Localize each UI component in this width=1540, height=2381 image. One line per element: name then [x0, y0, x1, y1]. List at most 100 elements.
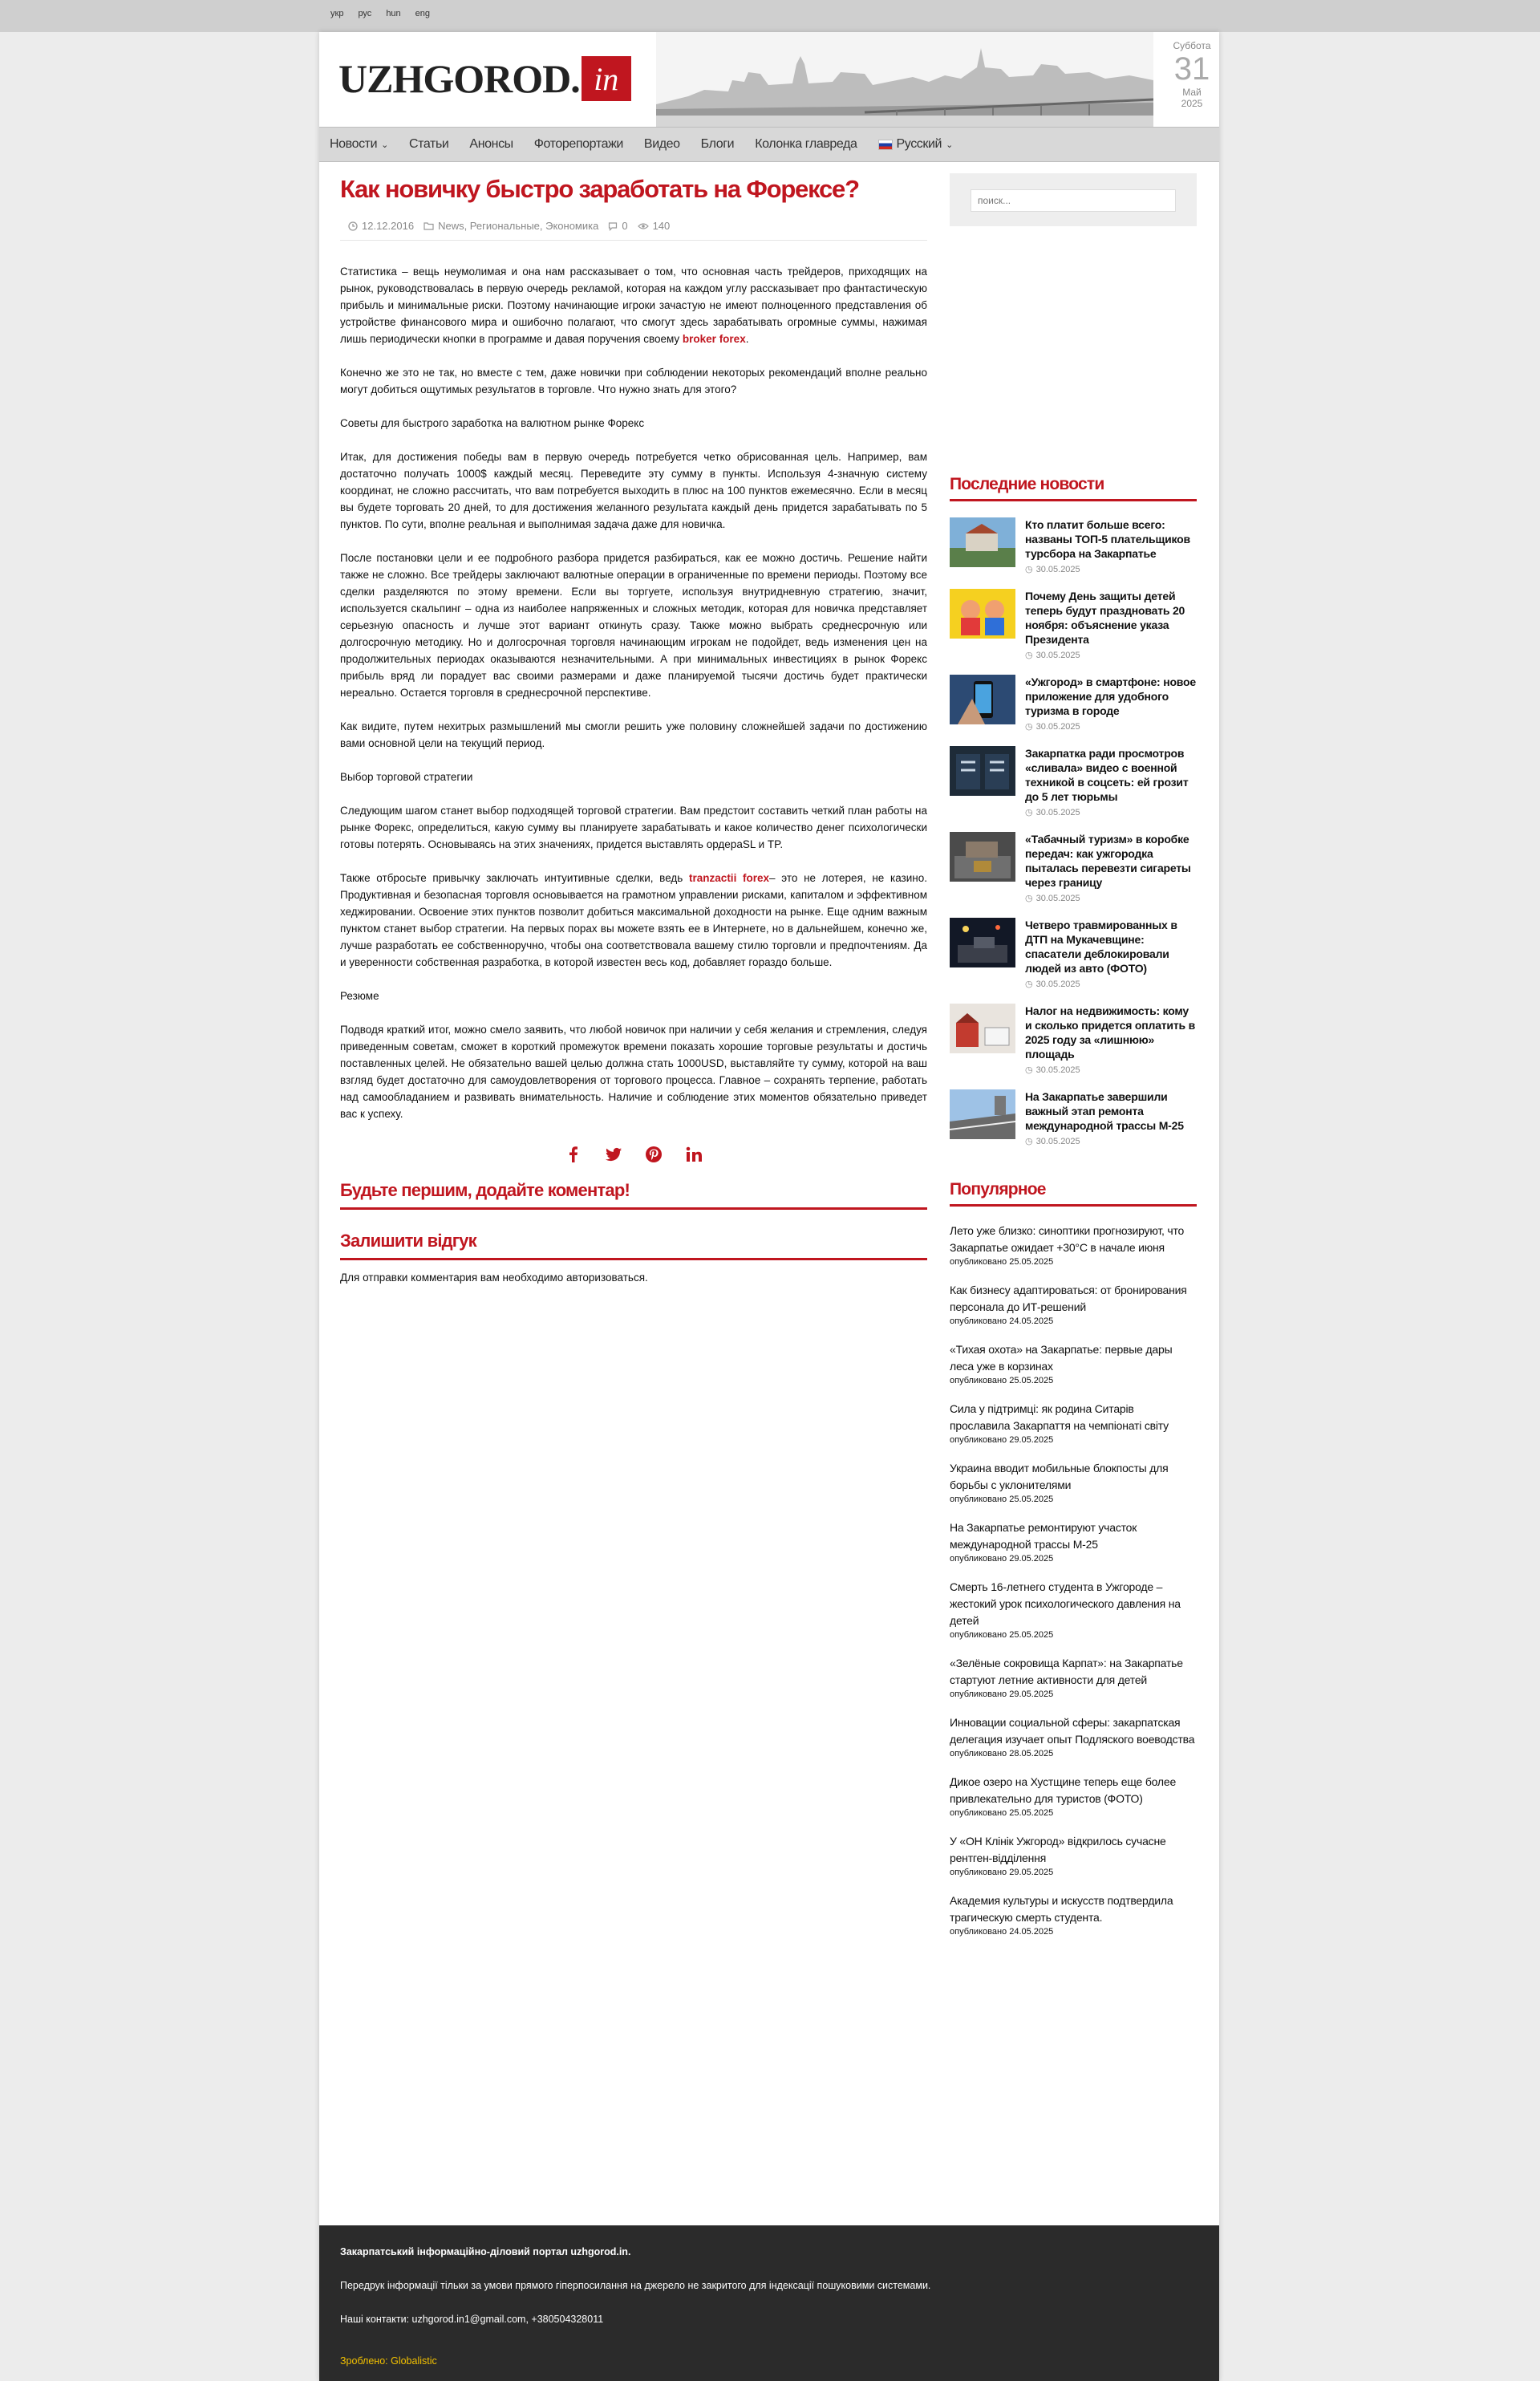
article-paragraph: Статистика – вещь неумолимая и она нам р…	[340, 266, 927, 345]
popular-item[interactable]: Смерть 16-летнего студента в Ужгороде – …	[950, 1579, 1197, 1640]
share-buttons	[340, 1145, 927, 1164]
language-bar: укр рус hun eng	[0, 0, 1540, 32]
meta-categories-text[interactable]: News, Региональные, Экономика	[438, 220, 598, 232]
news-date-text: 30.05.2025	[1035, 564, 1080, 574]
russian-flag-icon	[877, 139, 893, 150]
news-text: «Ужгород» в смартфоне: новое приложение …	[1025, 675, 1197, 732]
news-thumbnail	[950, 1089, 1015, 1139]
news-item[interactable]: Кто платит больше всего: названы ТОП-5 п…	[950, 517, 1197, 574]
footer-credit[interactable]: Зроблено: Globalistic	[340, 2355, 437, 2367]
popular-item[interactable]: Дикое озеро на Хустщине теперь еще более…	[950, 1774, 1197, 1818]
article-meta: 12.12.2016 News, Региональные, Экономика…	[340, 220, 927, 241]
nav-label: Колонка главреда	[755, 137, 857, 151]
nav-item-announcements[interactable]: Анонсы	[459, 137, 523, 152]
news-date: ◷ 30.05.2025	[1025, 893, 1197, 904]
article-title: Как новичку быстро заработать на Форексе…	[340, 175, 860, 203]
article-paragraph: Подводя краткий итог, можно смело заявит…	[340, 1024, 927, 1120]
popular-title: У «ОН Клінік Ужгород» відкрилось сучасне…	[950, 1835, 1166, 1864]
popular-date: опубликовано 24.05.2025	[950, 1316, 1054, 1326]
news-item[interactable]: «Табачный туризм» в коробке передач: как…	[950, 832, 1197, 903]
popular-item[interactable]: На Закарпатье ремонтируют участок междун…	[950, 1519, 1197, 1564]
lang-eng[interactable]: eng	[415, 9, 430, 18]
popular-title: На Закарпатье ремонтируют участок междун…	[950, 1521, 1137, 1551]
nav-item-video[interactable]: Видео	[634, 137, 691, 152]
sidebar: Последние новости Кто платит больше всег…	[950, 173, 1197, 1952]
news-date-text: 30.05.2025	[1035, 893, 1080, 903]
popular-item[interactable]: У «ОН Клінік Ужгород» відкрилось сучасне…	[950, 1833, 1197, 1877]
clock-icon: ◷	[1025, 1065, 1033, 1075]
lang-hun[interactable]: hun	[386, 9, 400, 18]
date-widget: Суббота 31 Май 2025	[1173, 40, 1211, 109]
nav-item-editor-column[interactable]: Колонка главреда	[744, 137, 867, 152]
popular-list: Лето уже близко: синоптики прогнозируют,…	[950, 1223, 1197, 1937]
meta-categories: News, Региональные, Экономика	[424, 220, 598, 232]
site-header: UZHGOROD. in Суббота 31 Май 2025	[319, 32, 1219, 127]
lang-rus[interactable]: рус	[358, 9, 371, 18]
date-day: 31	[1173, 51, 1210, 87]
popular-item[interactable]: Сила у підтримці: як родина Ситарів прос…	[950, 1401, 1197, 1445]
logo-text: UZHGOROD.	[338, 56, 581, 101]
article-paragraph: Следующим шагом станет выбор подходящей …	[340, 805, 927, 850]
news-date-text: 30.05.2025	[1035, 1136, 1080, 1146]
popular-item[interactable]: Инновации социальной сферы: закарпатская…	[950, 1714, 1197, 1758]
site-logo[interactable]: UZHGOROD. in	[338, 56, 631, 101]
popular-item[interactable]: Академия культуры и искусств подтвердила…	[950, 1892, 1197, 1937]
news-date-text: 30.05.2025	[1035, 807, 1080, 817]
facebook-icon[interactable]	[564, 1145, 583, 1164]
popular-title: Как бизнесу адаптироваться: от бронирова…	[950, 1284, 1187, 1313]
nav-label: Русский	[896, 137, 942, 151]
nav-item-news[interactable]: Новости ⌄	[319, 137, 399, 152]
popular-date: опубликовано 28.05.2025	[950, 1749, 1054, 1758]
nav-item-photo-reports[interactable]: Фоторепортажи	[524, 137, 634, 152]
lang-ukr[interactable]: укр	[330, 9, 343, 18]
popular-item[interactable]: Как бизнесу адаптироваться: от бронирова…	[950, 1282, 1197, 1326]
news-date-text: 30.05.2025	[1035, 979, 1080, 989]
nav-label: Новости	[330, 137, 378, 151]
tranzactii-forex-link[interactable]: tranzactii forex	[689, 872, 769, 884]
popular-title: Дикое озеро на Хустщине теперь еще более…	[950, 1775, 1177, 1805]
linkedin-icon[interactable]	[684, 1145, 703, 1164]
news-item[interactable]: Закарпатка ради просмотров «сливала» вид…	[950, 746, 1197, 817]
twitter-icon[interactable]	[604, 1145, 623, 1164]
nav-label: Анонсы	[469, 137, 513, 151]
news-item[interactable]: «Ужгород» в смартфоне: новое приложение …	[950, 675, 1197, 732]
date-year: 2025	[1181, 98, 1203, 109]
meta-comments-count: 0	[622, 220, 628, 232]
article-paragraph: После постановки цели и ее подробного ра…	[340, 552, 927, 699]
popular-date: опубликовано 24.05.2025	[950, 1927, 1054, 1937]
popular-date: опубликовано 29.05.2025	[950, 1689, 1054, 1699]
article-paragraph: Также отбросьте привычку заключать интуи…	[340, 870, 927, 971]
news-date: ◷ 30.05.2025	[1025, 650, 1197, 661]
news-text: Кто платит больше всего: названы ТОП-5 п…	[1025, 517, 1197, 574]
popular-item[interactable]: «Тихая охота» на Закарпатье: первые дары…	[950, 1341, 1197, 1385]
nav-item-blogs[interactable]: Блоги	[691, 137, 745, 152]
news-date: ◷ 30.05.2025	[1025, 1065, 1197, 1076]
meta-comments[interactable]: 0	[608, 220, 628, 232]
popular-date: опубликовано 25.05.2025	[950, 1495, 1054, 1504]
nav-item-articles[interactable]: Статьи	[399, 137, 459, 152]
pinterest-icon[interactable]	[644, 1145, 663, 1164]
latest-news-list: Кто платит больше всего: названы ТОП-5 п…	[950, 517, 1197, 1146]
popular-title: Инновации социальной сферы: закарпатская…	[950, 1716, 1195, 1746]
news-item[interactable]: Почему День защиты детей теперь будут пр…	[950, 589, 1197, 660]
nav-item-language[interactable]: Русский ⌄	[868, 137, 963, 152]
eye-icon	[637, 222, 649, 229]
search-input[interactable]	[971, 189, 1176, 212]
popular-item[interactable]: Лето уже близко: синоптики прогнозируют,…	[950, 1223, 1197, 1267]
clock-icon: ◷	[1025, 722, 1033, 732]
news-date-text: 30.05.2025	[1035, 721, 1080, 732]
popular-item[interactable]: «Зелёные сокровища Карпат»: на Закарпать…	[950, 1655, 1197, 1699]
clock-icon: ◷	[1025, 565, 1033, 574]
footer-portal-name: Закарпатський інформаційно-діловий порта…	[340, 2246, 631, 2257]
news-text: На Закарпатье завершили важный этап ремо…	[1025, 1089, 1197, 1146]
clock-icon: ◷	[1025, 651, 1033, 660]
news-item[interactable]: На Закарпатье завершили важный этап ремо…	[950, 1089, 1197, 1146]
news-title: Четверо травмированных в ДТП на Мукачевщ…	[1025, 919, 1177, 975]
paragraph-text: – это не лотерея, не казино. Продуктивна…	[340, 872, 928, 968]
news-item[interactable]: Налог на недвижимость: кому и сколько пр…	[950, 1004, 1197, 1075]
popular-item[interactable]: Украина вводит мобильные блокпосты для б…	[950, 1460, 1197, 1504]
paragraph-text: Статистика – вещь неумолимая и она нам р…	[340, 266, 927, 345]
news-item[interactable]: Четверо травмированных в ДТП на Мукачевщ…	[950, 918, 1197, 989]
broker-forex-link[interactable]: broker forex	[683, 333, 746, 345]
chevron-down-icon: ⌄	[381, 140, 388, 150]
